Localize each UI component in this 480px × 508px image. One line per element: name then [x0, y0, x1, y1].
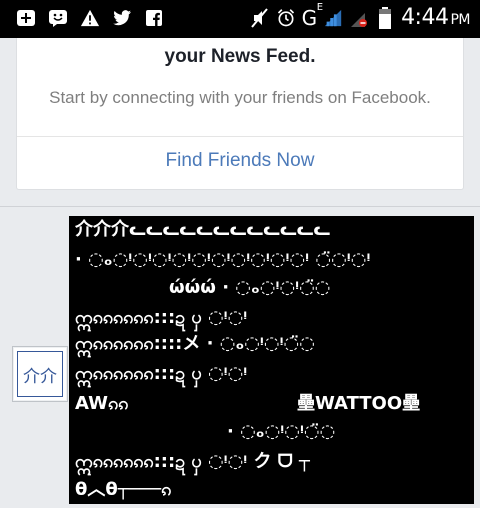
- post-line: AWၵၵ: [75, 393, 129, 414]
- post-content: 介介介ᓚᓚᓚᓚᓚᓚᓚᓚᓚᓚᓚᓚ · ◌ₒ◌ᵎ◌ᵎ◌ᵎ◌ᵎ◌ᵎ◌ᵎ◌ᵎ◌ᵎ◌ᵎ◌ᵎ…: [69, 216, 474, 504]
- card-subtitle: Start by connecting with your friends on…: [49, 88, 431, 107]
- facebook-icon: [144, 8, 164, 28]
- plus-box-icon: [16, 8, 36, 28]
- post-line: 壘WATTOO壘: [297, 393, 421, 414]
- avatar[interactable]: 介介: [12, 346, 68, 402]
- post-line: ဣၵၵၵၵၵၵ:::ဍ ၦ ◌ᵎ◌ᵎ ク ᗜ ┬: [75, 451, 310, 472]
- warning-icon: [80, 8, 100, 28]
- no-sim-icon: [349, 8, 369, 28]
- find-friends-card: your News Feed. Start by connecting with…: [16, 38, 464, 190]
- post-line: ဣၵၵၵၵၵၵ:::ဍ ၦ ◌ᵎ◌ᵎ: [75, 363, 248, 384]
- clock: 4:44 PM: [401, 5, 470, 30]
- system-icons: GE 4:44 PM: [250, 1, 470, 30]
- mute-icon: [250, 7, 270, 28]
- post-line: ဣၵၵၵၵၵၵ:::ဍ ၦ ◌ᵎ◌ᵎ: [75, 307, 248, 328]
- post-line: · ◌ₒ◌ᵎ◌ᵎ◌ᵎ◌ᵎ◌ᵎ◌ᵎ◌ᵎ◌ᵎ◌ᵎ◌ᵎ ◌̈◌ᵎ◌ᵎ: [75, 249, 371, 270]
- post-line: · ◌ₒ◌ᵎ◌ᵎ◌̈◌: [227, 421, 336, 442]
- status-bar: GE 4:44 PM: [0, 0, 480, 38]
- battery-icon: [375, 6, 395, 29]
- signal-icon: [323, 8, 343, 28]
- card-divider: [17, 136, 463, 137]
- find-friends-button[interactable]: Find Friends Now: [17, 150, 463, 172]
- avatar-text: 介介: [17, 351, 63, 397]
- notification-icons: [16, 8, 164, 28]
- card-title: your News Feed.: [164, 46, 316, 67]
- post-line: ώώώ · ◌ₒ◌ᵎ◌ᵎ◌̈◌: [169, 277, 331, 298]
- twitter-icon: [112, 8, 132, 28]
- post-line: ဣၵၵၵၵၵၵ::::メ · ◌ₒ◌ᵎ◌ᵎ◌̈◌: [75, 333, 315, 354]
- messenger-face-icon: [48, 8, 68, 28]
- post-line: 介介介ᓚᓚᓚᓚᓚᓚᓚᓚᓚᓚᓚᓚ: [75, 219, 331, 240]
- alarm-icon: [276, 8, 296, 28]
- feed-separator: [0, 206, 480, 207]
- network-type: GE: [301, 1, 324, 30]
- post-line: θ︿θ┬───ၵ: [75, 479, 172, 500]
